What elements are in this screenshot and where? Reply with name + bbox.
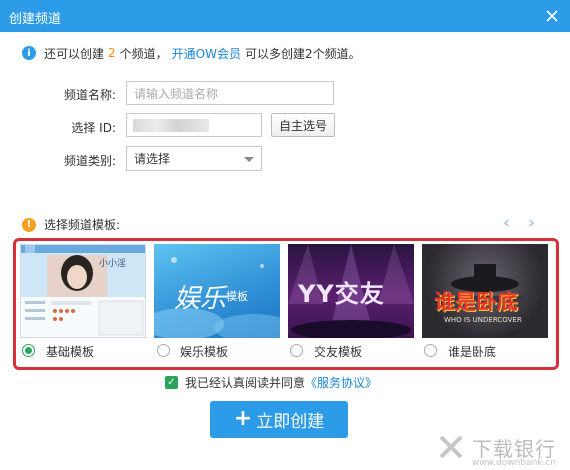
channel-name-label: 频道名称: <box>63 88 116 102</box>
watermark-logo-icon <box>439 435 463 459</box>
chevron-right-icon[interactable]: › <box>528 213 535 233</box>
watermark-sub-text: www.downbank.cn <box>471 458 556 468</box>
undercover-thumb-sub: WHO IS UNDERCOVER <box>444 316 522 324</box>
radio-undercover-template[interactable] <box>424 344 437 357</box>
category-selected-value: 请选择 <box>134 152 171 166</box>
template-thumb-dating[interactable]: YY交友 <box>288 244 414 338</box>
info-middle: 个频道， <box>119 46 168 61</box>
template-label-dating: 交友模板 <box>314 345 363 359</box>
agreement-text: 我已经认真阅读并同意 <box>185 376 306 390</box>
checkbox-icon[interactable]: ✓ <box>165 376 178 389</box>
title-bar: 创建频道 <box>0 0 570 32</box>
info-prefix: 还可以创建 <box>44 46 105 61</box>
info-icon: i <box>22 46 36 60</box>
template-thumb-undercover[interactable]: 谁是卧底 WHO IS UNDERCOVER <box>422 244 548 338</box>
entertainment-thumb-sub: 模板 <box>226 290 248 303</box>
radio-basic-template[interactable] <box>22 344 35 357</box>
chevron-down-icon <box>244 157 254 162</box>
agreement-row: ✓ 我已经认真阅读并同意 《服务协议》 <box>165 374 377 391</box>
undercover-thumb-text: 谁是卧底 <box>434 290 518 314</box>
channel-id-field[interactable] <box>126 113 262 137</box>
radio-entertainment-template[interactable] <box>157 344 170 357</box>
template-heading: ! 选择频道模板: <box>22 216 120 233</box>
template-heading-label: 选择频道模板: <box>44 218 121 232</box>
quota-info: i 还可以创建 2 个频道， 开通OW会员 可以多创建2个频道。 <box>22 44 361 62</box>
radio-dating-template[interactable] <box>290 344 303 357</box>
select-id-label: 选择 ID: <box>71 121 116 135</box>
channel-name-input[interactable]: 请输入频道名称 <box>126 81 334 105</box>
template-thumb-basic[interactable]: 小小淫 <box>20 244 146 338</box>
basic-template-preview <box>21 245 145 337</box>
blurred-id-value <box>133 119 209 132</box>
open-ow-member-link[interactable]: 开通OW会员 <box>172 45 241 62</box>
channel-category-label: 频道类别: <box>63 154 116 168</box>
basic-thumb-text: 小小淫 <box>99 259 127 269</box>
info-suffix: 可以多创建2个频道。 <box>244 46 361 61</box>
create-button[interactable]: + 立即创建 <box>210 401 348 438</box>
channel-category-select[interactable]: 请选择 <box>126 146 262 171</box>
create-button-label: 立即创建 <box>256 412 325 432</box>
remaining-count: 2 <box>108 46 116 60</box>
service-agreement-link[interactable]: 《服务协议》 <box>305 374 377 391</box>
window-title: 创建频道 <box>9 12 62 27</box>
dating-thumb-text: YY交友 <box>298 280 385 308</box>
channel-name-placeholder: 请输入频道名称 <box>134 86 219 101</box>
watermark: 下载银行 www.downbank.cn <box>436 432 556 468</box>
template-label-undercover: 谁是卧底 <box>448 345 497 359</box>
close-icon[interactable] <box>542 6 562 26</box>
choose-id-button[interactable]: 自主选号 <box>271 113 335 137</box>
warning-icon: ! <box>22 217 36 232</box>
template-label-basic: 基础模板 <box>46 345 95 359</box>
template-thumb-entertainment[interactable]: 娱乐 模板 <box>154 244 280 338</box>
template-label-entertainment: 娱乐模板 <box>180 345 229 359</box>
chevron-left-icon[interactable]: ‹ <box>503 213 510 233</box>
entertainment-thumb-text: 娱乐 <box>174 284 227 314</box>
plus-icon: + <box>233 406 253 431</box>
